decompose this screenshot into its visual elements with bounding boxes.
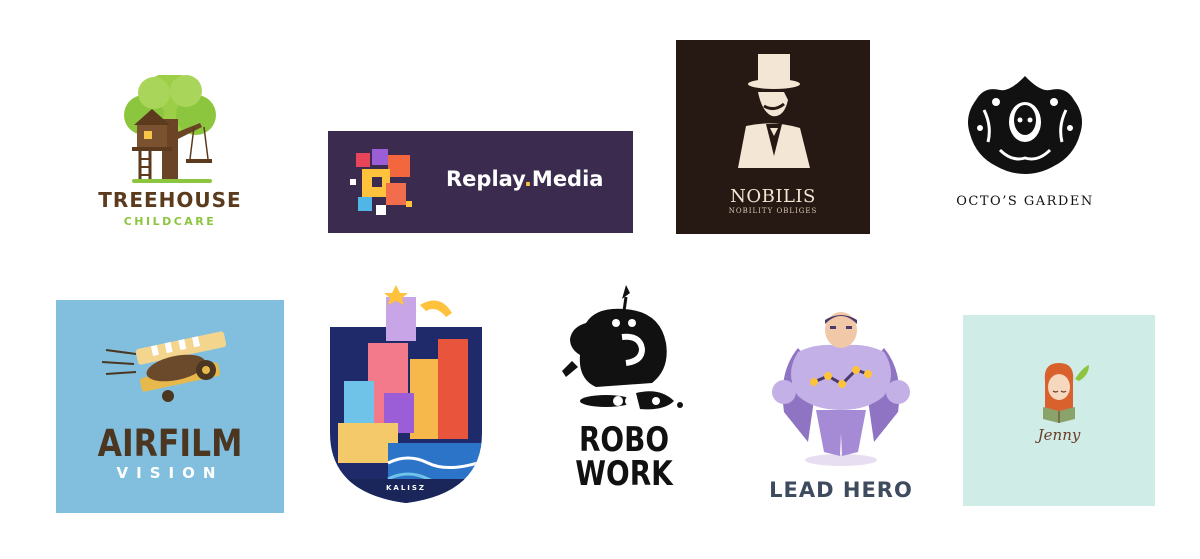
treehouse-icon — [124, 75, 216, 183]
robot-icon — [562, 285, 683, 410]
replay-title: Replay.Media — [446, 167, 603, 191]
replay-name-part2: Media — [531, 167, 604, 191]
replay-media-logo: Replay.Media — [328, 131, 633, 233]
kalisz-title: KALISZ — [385, 484, 427, 492]
replay-name-part1: Replay — [446, 167, 524, 191]
airfilm-title: AIRFILM — [97, 422, 243, 465]
octos-garden-logo: OCTO’S GARDEN — [940, 70, 1110, 220]
treehouse-subtitle: CHILDCARE — [123, 215, 217, 228]
robo-line: ROBO — [578, 420, 670, 460]
nobilis-title: NOBILIS — [730, 186, 816, 207]
work-line: WORK — [575, 454, 673, 494]
kalisz-city-icon — [330, 285, 482, 503]
lead-hero-title: LEAD HERO — [769, 478, 913, 502]
replay-dot: . — [523, 167, 532, 191]
nobilis-logo: NOBILIS NOBILITY OBLIGES — [676, 40, 870, 234]
robo-work-title: ROBO WORK — [568, 423, 680, 491]
biplane-film-icon — [101, 331, 227, 402]
robo-work-logo: ROBO WORK — [556, 283, 692, 503]
treehouse-title: TREEHOUSE — [98, 188, 242, 212]
gentleman-top-hat-icon — [738, 54, 810, 168]
airfilm-vision-logo: AIRFILM VISION — [56, 300, 284, 513]
jenny-logo: Jenny — [963, 315, 1155, 506]
treehouse-childcare-logo: TREEHOUSE CHILDCARE — [82, 75, 258, 235]
superhero-icon — [772, 312, 910, 466]
airfilm-subtitle: VISION — [116, 464, 224, 482]
octos-garden-title: OCTO’S GARDEN — [956, 194, 1094, 209]
lead-hero-logo: LEAD HERO — [758, 312, 924, 508]
octopus-icon — [968, 76, 1082, 174]
kalisz-logo: KALISZ — [328, 283, 484, 505]
jenny-title: Jenny — [1037, 426, 1081, 444]
girl-reading-icon — [1043, 363, 1089, 423]
nobilis-tagline: NOBILITY OBLIGES — [728, 207, 818, 215]
replay-r-icon — [350, 149, 412, 215]
